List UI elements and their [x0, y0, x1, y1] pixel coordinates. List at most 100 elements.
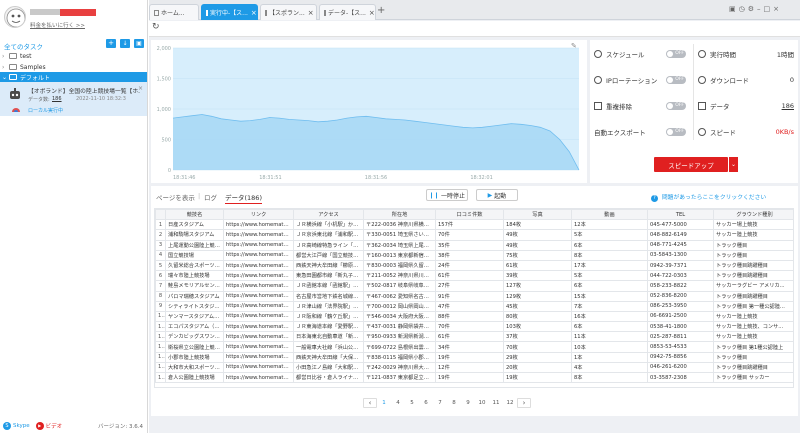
- column-header[interactable]: 競技名: [165, 209, 224, 221]
- setting-label: 自動エクスポート: [594, 129, 646, 137]
- table-row[interactable]: 15大和市大和スポーツセンタ...https://www.homemate-re…: [155, 361, 793, 374]
- table-cell: 29枚: [503, 351, 572, 363]
- ip-rotation-toggle[interactable]: OFF: [666, 76, 686, 84]
- settings-card: スケジュール OFF IPローテーション OFF 重複排除 OFF 自動エクスポ…: [590, 40, 798, 183]
- start-button[interactable]: ▶ 起動: [476, 189, 518, 201]
- table-row[interactable]: 2浦和駒場スタジアムhttps://www.homemate-rese...ＪＲ…: [155, 229, 793, 241]
- folder-samples[interactable]: › Samples: [2, 62, 146, 72]
- start-label: 起動: [494, 192, 507, 200]
- close-icon[interactable]: ×: [248, 9, 257, 17]
- table-row[interactable]: 16倉人公園陸上競技場https://www.homemate-rese...都…: [155, 371, 793, 384]
- page-number-button[interactable]: 8: [447, 400, 461, 406]
- table-cell: 6本: [571, 321, 648, 333]
- auto-export-toggle[interactable]: OFF: [666, 128, 686, 136]
- x-tick-label: 18:32:01: [470, 175, 492, 181]
- column-header[interactable]: リンク: [223, 209, 294, 221]
- maximize-icon[interactable]: □: [764, 5, 774, 13]
- dedupe-toggle[interactable]: OFF: [666, 102, 686, 110]
- edit-icon[interactable]: ✎: [571, 42, 577, 50]
- table-cell: 東急田園都市線「新丸子駅」...: [293, 270, 364, 282]
- tab-running[interactable]: 実行中-【ス... ×: [201, 4, 258, 20]
- column-header[interactable]: グラウンド種別: [713, 209, 793, 221]
- table-row[interactable]: 9シティライトスタジアムhttps://www.homemate-rese...…: [155, 300, 793, 312]
- new-tab-icon[interactable]: +: [377, 5, 385, 16]
- help-link[interactable]: ? 問題があったらここをクリックください: [651, 192, 766, 202]
- column-header[interactable]: 所在地: [363, 209, 436, 221]
- column-header[interactable]: 動画: [571, 209, 648, 221]
- column-header[interactable]: アクセス: [293, 209, 364, 221]
- speed-up-dropdown-icon[interactable]: ⌄: [729, 157, 738, 172]
- page-number-button[interactable]: 4: [391, 400, 405, 406]
- page-number-button[interactable]: 6: [419, 400, 433, 406]
- column-header[interactable]: [155, 209, 166, 221]
- table-row[interactable]: 11エコパスタジアム（静岡ス...https://www.homemate-re…: [155, 321, 793, 333]
- gift-icon[interactable]: ▣: [729, 5, 739, 13]
- page-view-tab[interactable]: ページを表示: [156, 192, 195, 202]
- table-row[interactable]: 3上尾運動公園陸上競技場https://www.homemate-rese...…: [155, 239, 793, 251]
- table-row[interactable]: 4国立競技場https://www.homemate-rese...都営大江戸線…: [155, 249, 793, 261]
- table-cell: パロマ瑞穂スタジアム: [165, 290, 224, 302]
- speed-up-button[interactable]: スピードアップ: [654, 157, 728, 172]
- table-row[interactable]: 12デンカビッグスワンスタジ...https://www.homemate-re…: [155, 331, 793, 343]
- page-number-button[interactable]: 11: [489, 400, 503, 406]
- task-data-label: データ数:: [28, 97, 50, 103]
- table-cell: 27件: [435, 280, 504, 292]
- data-value[interactable]: 186: [782, 102, 794, 110]
- table-row[interactable]: 13衛桜県立公園陸上競技場https://www.homemate-rese..…: [155, 341, 793, 353]
- main-area: ホーム... 実行中-【ス... × 【スポラン... × データ-【ス... …: [149, 0, 800, 433]
- page-number-button[interactable]: 12: [503, 400, 517, 406]
- new-folder-icon[interactable]: ▣: [134, 39, 144, 48]
- table-cell: 〒699-0722 島根県出雲市大...: [363, 341, 436, 353]
- column-header[interactable]: 口コミ件数: [435, 209, 504, 221]
- avatar[interactable]: [4, 6, 26, 28]
- task-close-icon[interactable]: ×: [138, 85, 143, 92]
- table-row[interactable]: 14小郡市陸上競技場https://www.homemate-rese...西鉄…: [155, 351, 793, 363]
- video-link[interactable]: ビデオ: [46, 422, 63, 430]
- run-time-value: 1時間: [776, 51, 794, 59]
- table-row[interactable]: 10ヤンマースタジアム長居https://www.homemate-rese..…: [155, 310, 793, 323]
- log-tab[interactable]: ログ: [204, 192, 217, 202]
- close-icon[interactable]: ×: [366, 9, 375, 17]
- divider: [693, 44, 694, 140]
- skype-icon[interactable]: S: [3, 421, 11, 430]
- folder-default[interactable]: ⌄ デフォルト: [0, 72, 147, 82]
- table-row[interactable]: 6瑞々市陸上競技場https://www.homemate-rese...東急田…: [155, 270, 793, 282]
- table-cell: 13: [155, 341, 166, 353]
- table-row[interactable]: 8パロマ瑞穂スタジアムhttps://www.homemate-rese...名…: [155, 290, 793, 302]
- table-row[interactable]: 5久留米総合スポーツセンタ...https://www.homemate-res…: [155, 259, 793, 272]
- column-header[interactable]: 写真: [503, 209, 572, 221]
- column-header[interactable]: TEL: [647, 209, 714, 221]
- page-number-button[interactable]: 7: [433, 400, 447, 406]
- task-item[interactable]: 【オボランド】全国の陸上競技場一覧【ホ... × データ数: 186 2022-…: [0, 82, 147, 116]
- table-cell: 10本: [571, 341, 648, 353]
- folder-test[interactable]: › test: [2, 51, 146, 61]
- prev-page-button[interactable]: ‹: [363, 398, 377, 408]
- close-icon[interactable]: ×: [305, 9, 314, 17]
- import-icon[interactable]: ↓: [120, 39, 130, 48]
- table-row[interactable]: 7鮭島メモリアルセンター具...https://www.homemate-res…: [155, 280, 793, 292]
- tab-home[interactable]: ホーム...: [149, 4, 199, 20]
- page-number-button[interactable]: 10: [475, 400, 489, 406]
- settings-icon[interactable]: ⚙: [748, 5, 757, 13]
- table-cell: 12本: [571, 219, 648, 231]
- window-close-icon[interactable]: ×: [773, 5, 782, 13]
- account-redact-mark: [60, 9, 96, 16]
- table-cell: 都営大江戸線「国立競技場...: [293, 249, 364, 261]
- upgrade-link[interactable]: 料金を払いに行く >>: [30, 21, 85, 29]
- help-icon[interactable]: ◷: [739, 5, 748, 13]
- table-row[interactable]: 1日産スタジアムhttps://www.homemate-rese...ＪＲ横浜…: [155, 219, 793, 231]
- tab-data[interactable]: データ-【ス... ×: [319, 4, 376, 20]
- refresh-icon[interactable]: ↻: [152, 22, 160, 32]
- data-tab[interactable]: データ(186): [225, 192, 262, 204]
- page-number-button[interactable]: 5: [405, 400, 419, 406]
- table-cell: 103枚: [503, 321, 572, 333]
- pause-button[interactable]: ❙❙ 一時停止: [426, 189, 468, 201]
- new-task-icon[interactable]: +: [106, 39, 116, 48]
- skype-link[interactable]: Skype: [13, 423, 30, 429]
- page-number-button[interactable]: 1: [377, 400, 391, 406]
- next-page-button[interactable]: ›: [517, 398, 531, 408]
- video-icon[interactable]: ▶: [35, 421, 44, 430]
- schedule-toggle[interactable]: OFF: [666, 50, 686, 58]
- page-number-button[interactable]: 9: [461, 400, 475, 406]
- tab-sporan[interactable]: 【スポラン... ×: [260, 4, 317, 20]
